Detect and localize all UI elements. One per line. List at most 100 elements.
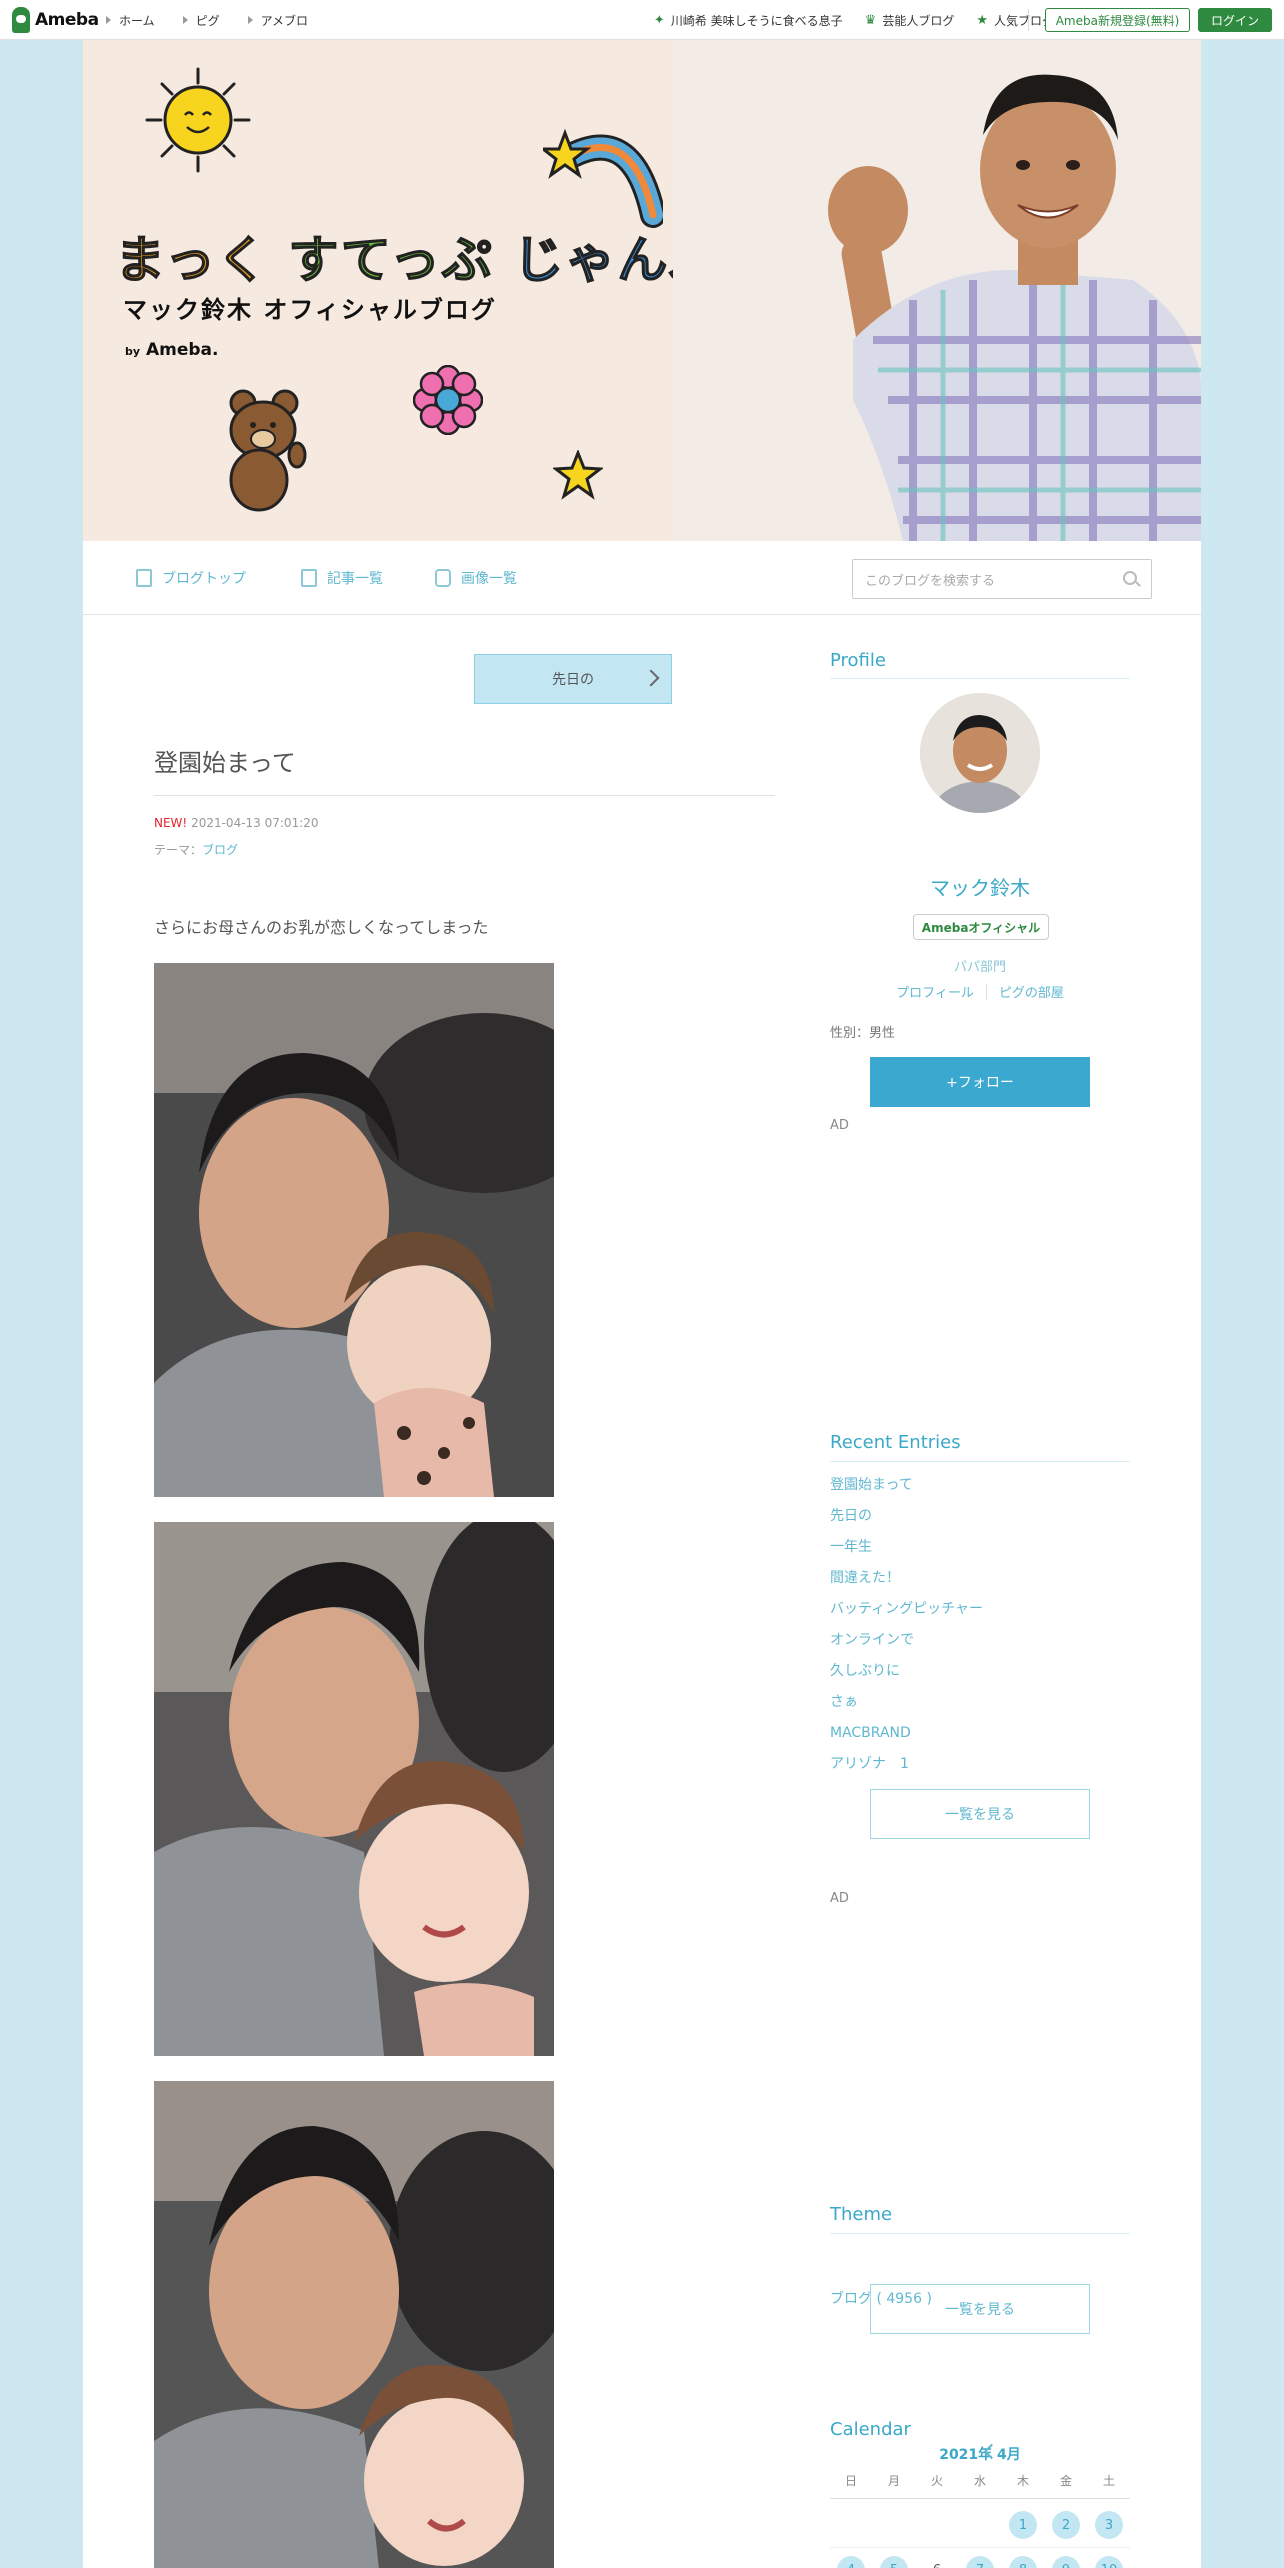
document-icon: [136, 569, 152, 587]
calendar-day[interactable]: 7: [966, 2556, 994, 2568]
calendar-day[interactable]: 10: [1095, 2556, 1123, 2568]
calendar-nav: 2021年 4月: [830, 2443, 1130, 2466]
recent-entry[interactable]: 間違えた！: [830, 1567, 983, 1598]
bear-illustration: [229, 389, 307, 512]
calendar-heading: Calendar: [830, 2419, 911, 2440]
profile-heading: Profile: [830, 650, 886, 671]
nav-blog-top[interactable]: ブログトップ: [136, 541, 246, 615]
link-trending-topic-label: 川崎希 美味しそうに食べる息子: [670, 13, 843, 28]
header-divider: [1028, 9, 1029, 31]
follow-button[interactable]: +フォロー: [870, 1057, 1090, 1107]
blog-search-placeholder: このブログを検索する: [865, 573, 996, 589]
title-divider: [154, 795, 775, 796]
blog-search-input[interactable]: このブログを検索する: [852, 559, 1152, 599]
sparkle-icon: ✦: [653, 12, 665, 28]
weekday-sun: 日: [844, 2474, 857, 2488]
nav-pig[interactable]: ピグ: [182, 12, 220, 29]
recent-entry[interactable]: さぁ: [830, 1691, 983, 1722]
link-celebrity-blogs-label: 芸能人ブログ: [882, 13, 955, 28]
ad-label: AD: [830, 1891, 849, 1906]
pig-room-link[interactable]: ピグの部屋: [999, 982, 1064, 1001]
recent-entries-more-button[interactable]: 一覧を見る: [870, 1789, 1090, 1839]
recent-entry[interactable]: 久しぶりに: [830, 1660, 983, 1691]
theme-prefix: テーマ：: [154, 843, 203, 857]
search-icon[interactable]: [1123, 571, 1137, 585]
flower-illustration: [413, 365, 483, 435]
calendar-day[interactable]: 2: [1052, 2511, 1080, 2539]
calendar-day[interactable]: 3: [1095, 2511, 1123, 2539]
article-title[interactable]: 登園始まって: [154, 743, 296, 778]
nav-blog-top-label: ブログトップ: [162, 571, 246, 587]
sun-illustration: [145, 67, 251, 173]
nav-ameblo-label: アメブロ: [260, 13, 309, 28]
recent-entry[interactable]: 一年生: [830, 1536, 983, 1567]
profile-avatar[interactable]: [920, 693, 1040, 813]
profile-name[interactable]: マック鈴木: [830, 872, 1130, 901]
profile-links-separator: [985, 984, 987, 1000]
calendar-day[interactable]: 9: [1052, 2556, 1080, 2568]
weekday-wed: 水: [973, 2474, 986, 2488]
blog-title-logo: まっく すてっぷ じゃんぷ: [114, 220, 721, 292]
nav-pig-label: ピグ: [195, 13, 220, 28]
calendar-row-rule: [830, 2547, 1130, 2548]
recent-entries-list: 登園始まって 先日の 一年生 間違えた！ バッティングピッチャー オンラインで …: [830, 1474, 983, 1784]
triangle-right-icon: [106, 16, 111, 24]
profile-gender: 性別：男性: [830, 1026, 896, 1041]
global-nav: ホーム ピグ アメブロ: [106, 0, 308, 40]
calendar-day[interactable]: 5: [880, 2556, 908, 2568]
recent-entry[interactable]: MACBRAND: [830, 1722, 983, 1753]
comet-illustration: [543, 128, 663, 228]
weekday-sat: 土: [1102, 2474, 1115, 2488]
article-photo-3[interactable]: [154, 2081, 554, 2568]
recent-entry[interactable]: 先日の: [830, 1505, 983, 1536]
article-meta: NEW! 2021-04-13 07:01:20: [154, 816, 319, 830]
link-celebrity-blogs[interactable]: ♛ 芸能人ブログ: [865, 12, 955, 29]
global-header: Ameba ホーム ピグ アメブロ ✦ 川崎希 美味しそうに食べる息子 ♛ 芸能人ブ…: [0, 0, 1284, 40]
article-body-text: さらにお母さんのお乳が恋しくなってしまった: [154, 918, 489, 937]
profile-link[interactable]: プロフィール: [896, 982, 974, 1001]
star-icon: ★: [976, 12, 988, 28]
article-photo-2[interactable]: [154, 1522, 554, 2056]
theme-link[interactable]: ブログ: [202, 843, 238, 857]
link-popular-blogs[interactable]: ★ 人気ブログ: [976, 12, 1054, 29]
login-button[interactable]: ログイン: [1198, 8, 1272, 32]
blog-header-banner[interactable]: まっく すてっぷ じゃんぷ マック鈴木 オフィシャルブログ by Ameba.: [83, 40, 1201, 541]
ameba-logo-icon: [12, 7, 30, 33]
calendar-day[interactable]: 8: [1009, 2556, 1037, 2568]
nav-entry-list[interactable]: 記事一覧: [301, 541, 383, 615]
weekday-thu: 木: [1016, 2474, 1029, 2488]
profile-links: プロフィール ピグの部屋: [830, 982, 1130, 1001]
weekday-fri: 金: [1059, 2474, 1072, 2488]
blog-container: まっく すてっぷ じゃんぷ マック鈴木 オフィシャルブログ by Ameba.: [83, 40, 1201, 2568]
star-illustration: [553, 450, 603, 500]
previous-entry-label: 先日の: [552, 672, 594, 688]
recent-entry[interactable]: アリゾナ 1: [830, 1753, 983, 1784]
recent-entries-rule: [830, 1461, 1130, 1462]
ameba-logo[interactable]: Ameba: [12, 7, 99, 33]
theme-more-button[interactable]: 一覧を見る: [870, 2284, 1090, 2334]
chevron-right-icon: [642, 669, 660, 687]
profile-heading-rule: [830, 678, 1130, 679]
previous-entry-button[interactable]: 先日の: [474, 654, 672, 704]
profile-category[interactable]: パパ部門: [830, 956, 1130, 975]
calendar-day[interactable]: 4: [837, 2556, 865, 2568]
article-photo-1[interactable]: [154, 963, 554, 1497]
nav-image-list[interactable]: 画像一覧: [435, 541, 517, 615]
recent-entry[interactable]: 登園始まって: [830, 1474, 983, 1505]
calendar-day[interactable]: 1: [1009, 2511, 1037, 2539]
theme-heading-rule: [830, 2233, 1130, 2234]
article-theme: テーマ：ブログ: [154, 841, 238, 858]
nav-ameblo[interactable]: アメブロ: [247, 12, 309, 29]
ameba-official-badge[interactable]: Amebaオフィシャル: [913, 914, 1049, 940]
link-trending-topic[interactable]: ✦ 川崎希 美味しそうに食べる息子: [654, 12, 843, 29]
article-datetime: 2021-04-13 07:01:20: [191, 816, 319, 830]
recent-entry[interactable]: バッティングピッチャー: [830, 1598, 983, 1629]
copy-icon: [301, 569, 317, 587]
ameba-brand: Ameba.: [145, 340, 219, 360]
weekday-mon: 月: [887, 2474, 900, 2488]
recent-entry[interactable]: オンラインで: [830, 1629, 983, 1660]
register-button[interactable]: Ameba新規登録(無料): [1045, 8, 1190, 32]
nav-home[interactable]: ホーム: [106, 12, 155, 29]
calendar-day: 6: [923, 2556, 951, 2568]
camera-icon: [435, 569, 451, 587]
